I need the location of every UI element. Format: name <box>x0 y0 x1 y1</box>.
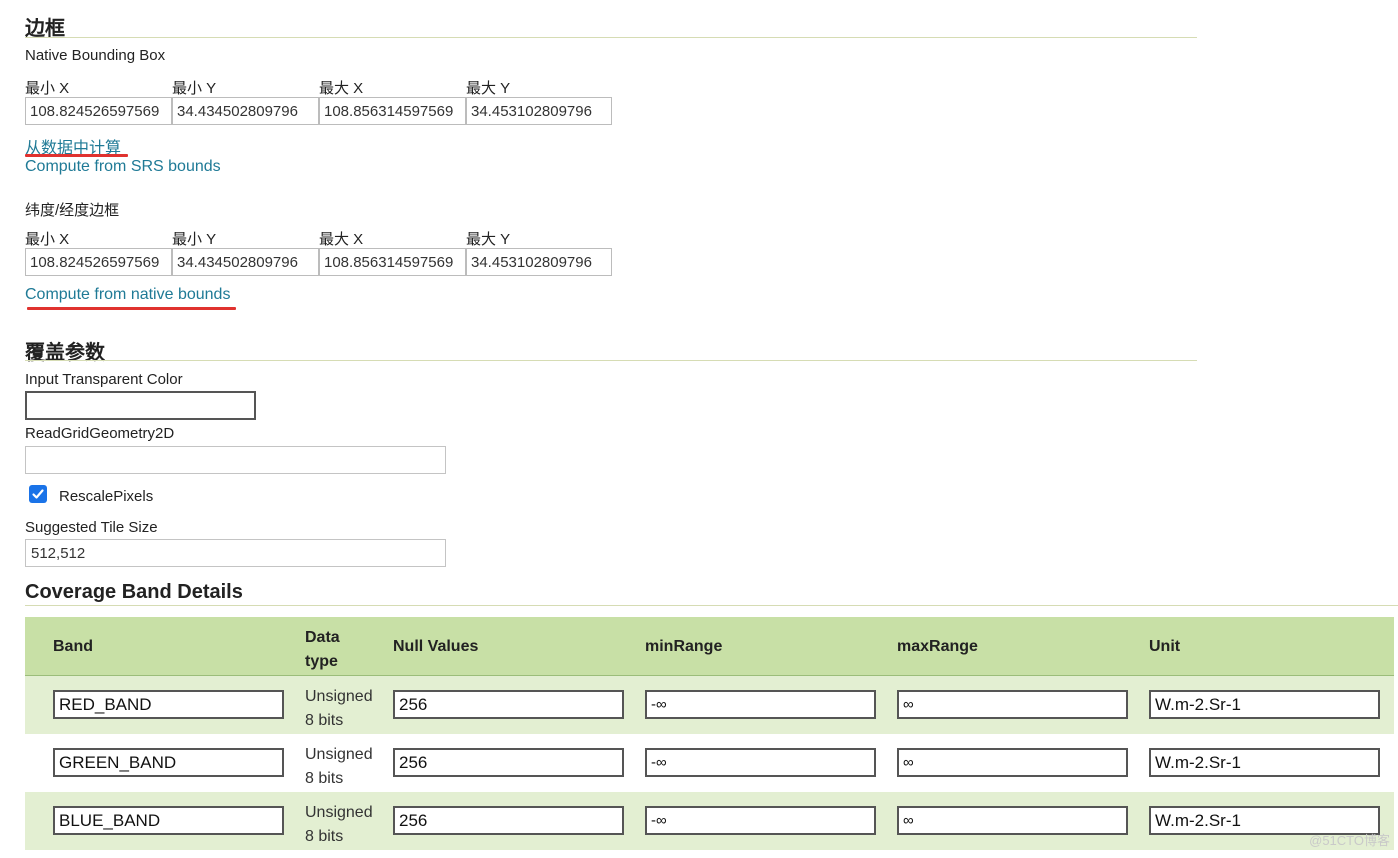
unit-input[interactable] <box>1149 690 1380 719</box>
native-min-y-input[interactable] <box>172 97 319 125</box>
input-transparent-color-field[interactable] <box>25 391 256 420</box>
native-min-x-header: 最小 X <box>25 80 70 97</box>
null-values-column-header: Null Values <box>393 638 479 655</box>
latlon-min-y-input[interactable] <box>172 248 319 276</box>
unit-input[interactable] <box>1149 748 1380 777</box>
input-transparent-color-label: Input Transparent Color <box>25 371 183 388</box>
latlon-max-y-input[interactable] <box>466 248 612 276</box>
data-type-line1: Unsigned <box>305 804 373 821</box>
min-range-input[interactable] <box>645 690 876 719</box>
latlon-max-x-header: 最大 X <box>319 231 364 248</box>
max-range-column-header: maxRange <box>897 638 978 655</box>
min-range-column-header: minRange <box>645 638 723 655</box>
max-range-input[interactable] <box>897 806 1128 835</box>
rescale-pixels-label: RescalePixels <box>59 488 154 505</box>
annotation-underline <box>25 154 128 157</box>
band-name-input[interactable] <box>53 690 284 719</box>
native-max-x-input[interactable] <box>319 97 466 125</box>
rescale-pixels-checkbox[interactable] <box>29 485 47 503</box>
unit-column-header: Unit <box>1149 638 1181 655</box>
max-range-input[interactable] <box>897 748 1128 777</box>
suggested-tile-size-input[interactable] <box>25 539 446 567</box>
data-type-header-line2: type <box>305 653 338 670</box>
native-min-y-header: 最小 Y <box>172 80 217 97</box>
band-details-divider <box>25 605 1398 606</box>
null-values-input[interactable] <box>393 690 624 719</box>
watermark: @51CTO博客 <box>1309 833 1390 848</box>
latlon-bbox-label: 纬度/经度边框 <box>25 202 120 219</box>
data-type-line2: 8 bits <box>305 712 344 729</box>
latlon-max-x-input[interactable] <box>319 248 466 276</box>
band-name-input[interactable] <box>53 806 284 835</box>
band-name-input[interactable] <box>53 748 284 777</box>
native-max-y-header: 最大 Y <box>466 80 511 97</box>
native-min-x-input[interactable] <box>25 97 172 125</box>
latlon-max-y-header: 最大 Y <box>466 231 511 248</box>
data-type-line2: 8 bits <box>305 770 344 787</box>
null-values-input[interactable] <box>393 806 624 835</box>
data-type-line2: 8 bits <box>305 828 344 845</box>
data-type-cell: Unsigned 8 bits <box>305 685 373 733</box>
data-type-column-header: Data type <box>305 626 340 674</box>
null-values-input[interactable] <box>393 748 624 777</box>
band-details-title: Coverage Band Details <box>25 581 243 603</box>
native-bbox-label: Native Bounding Box <box>25 47 166 64</box>
data-type-cell: Unsigned 8 bits <box>305 743 373 791</box>
data-type-line1: Unsigned <box>305 688 373 705</box>
min-range-input[interactable] <box>645 748 876 777</box>
native-max-y-input[interactable] <box>466 97 612 125</box>
latlon-min-y-header: 最小 Y <box>172 231 217 248</box>
data-type-cell: Unsigned 8 bits <box>305 801 373 849</box>
read-grid-geometry-input[interactable] <box>25 446 446 474</box>
compute-from-native-link[interactable]: Compute from native bounds <box>25 286 230 304</box>
compute-from-srs-link[interactable]: Compute from SRS bounds <box>25 158 221 176</box>
data-type-header-line1: Data <box>305 629 340 646</box>
coverage-params-divider <box>25 360 1197 361</box>
max-range-input[interactable] <box>897 690 1128 719</box>
read-grid-geometry-label: ReadGridGeometry2D <box>25 425 175 442</box>
annotation-underline <box>27 307 236 310</box>
band-column-header: Band <box>53 638 93 655</box>
latlon-min-x-header: 最小 X <box>25 231 70 248</box>
data-type-line1: Unsigned <box>305 746 373 763</box>
bbox-section-divider <box>25 37 1197 38</box>
suggested-tile-size-label: Suggested Tile Size <box>25 519 158 536</box>
native-max-x-header: 最大 X <box>319 80 364 97</box>
checkmark-icon <box>32 489 44 499</box>
min-range-input[interactable] <box>645 806 876 835</box>
latlon-min-x-input[interactable] <box>25 248 172 276</box>
